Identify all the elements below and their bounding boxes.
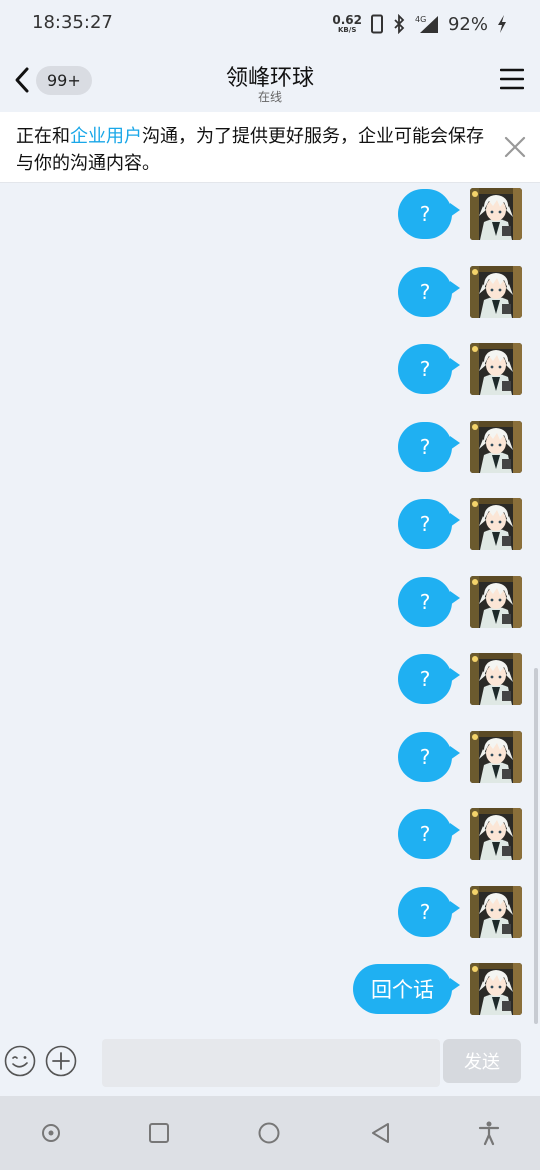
plus-icon[interactable] xyxy=(45,1045,77,1077)
network-speed-unit: KB/S xyxy=(338,26,357,34)
user-avatar[interactable] xyxy=(470,963,522,1015)
charging-icon xyxy=(498,15,506,33)
message-text: ? xyxy=(419,280,431,304)
message-row: ? xyxy=(398,575,522,629)
message-composer: 发送 xyxy=(0,1030,540,1096)
send-button[interactable]: 发送 xyxy=(443,1039,521,1083)
scrollbar[interactable] xyxy=(534,668,538,1024)
message-text: 回个话 xyxy=(371,978,434,1002)
user-avatar[interactable] xyxy=(470,188,522,240)
user-avatar[interactable] xyxy=(470,343,522,395)
bluetooth-icon xyxy=(394,14,405,34)
svg-text:4G: 4G xyxy=(415,15,426,24)
message-text: ? xyxy=(419,202,431,226)
message-bubble[interactable]: ? xyxy=(398,499,460,549)
user-avatar[interactable] xyxy=(470,498,522,550)
assistant-dot-icon[interactable] xyxy=(38,1120,64,1146)
user-avatar[interactable] xyxy=(470,653,522,705)
message-bubble[interactable]: ? xyxy=(398,577,460,627)
message-row: 回个话 xyxy=(353,962,522,1016)
accessibility-icon[interactable] xyxy=(476,1120,502,1146)
user-avatar[interactable] xyxy=(470,421,522,473)
message-text: ? xyxy=(419,900,431,924)
notice-text: 正在和企业用户沟通，为了提供更好服务，企业可能会保存与你的沟通内容。 xyxy=(16,123,486,177)
chat-header: 99+ 领峰环球 在线 xyxy=(0,48,540,112)
message-bubble[interactable]: 回个话 xyxy=(353,964,460,1014)
enterprise-user-link[interactable]: 企业用户 xyxy=(70,126,142,147)
status-icons: 0.62 KB/S 4G 92% xyxy=(332,10,508,38)
home-icon[interactable] xyxy=(256,1120,282,1146)
close-icon[interactable] xyxy=(504,136,526,158)
message-row: ? xyxy=(398,730,522,784)
message-bubble[interactable]: ? xyxy=(398,732,460,782)
message-input[interactable] xyxy=(102,1039,440,1087)
message-text: ? xyxy=(419,590,431,614)
message-text: ? xyxy=(419,357,431,381)
user-avatar[interactable] xyxy=(470,886,522,938)
message-bubble[interactable]: ? xyxy=(398,809,460,859)
phone-icon xyxy=(370,14,383,34)
system-nav-bar xyxy=(0,1096,540,1170)
message-text: ? xyxy=(419,435,431,459)
message-row: ? xyxy=(398,652,522,706)
message-bubble[interactable]: ? xyxy=(398,422,460,472)
message-row: ? xyxy=(398,342,522,396)
user-avatar[interactable] xyxy=(470,731,522,783)
menu-icon[interactable] xyxy=(500,68,524,90)
status-time: 18:35:27 xyxy=(32,12,113,33)
message-row: ? xyxy=(398,885,522,939)
message-text: ? xyxy=(419,822,431,846)
message-bubble[interactable]: ? xyxy=(398,654,460,704)
message-row: ? xyxy=(398,497,522,551)
message-row: ? xyxy=(398,265,522,319)
message-text: ? xyxy=(419,512,431,536)
user-avatar[interactable] xyxy=(470,266,522,318)
notice-text-before: 正在和 xyxy=(16,126,70,147)
message-bubble[interactable]: ? xyxy=(398,887,460,937)
message-row: ? xyxy=(398,187,522,241)
battery-percent: 92% xyxy=(447,13,488,35)
message-bubble[interactable]: ? xyxy=(398,344,460,394)
message-row: ? xyxy=(398,807,522,861)
message-text: ? xyxy=(419,745,431,769)
back-triangle-icon[interactable] xyxy=(368,1120,394,1146)
network-speed-value: 0.62 xyxy=(332,13,362,27)
network-speed: 0.62 KB/S xyxy=(332,14,362,34)
message-bubble[interactable]: ? xyxy=(398,267,460,317)
message-text: ? xyxy=(419,667,431,691)
status-bar: 18:35:27 0.62 KB/S 4G 92% xyxy=(0,0,540,48)
online-status: 在线 xyxy=(257,90,282,104)
emoji-icon[interactable] xyxy=(4,1045,36,1077)
user-avatar[interactable] xyxy=(470,576,522,628)
message-bubble[interactable]: ? xyxy=(398,189,460,239)
user-avatar[interactable] xyxy=(470,808,522,860)
privacy-notice: 正在和企业用户沟通，为了提供更好服务，企业可能会保存与你的沟通内容。 xyxy=(0,112,540,183)
signal-4g-icon: 4G xyxy=(415,15,438,33)
recent-apps-icon[interactable] xyxy=(146,1120,172,1146)
message-row: ? xyxy=(398,420,522,474)
